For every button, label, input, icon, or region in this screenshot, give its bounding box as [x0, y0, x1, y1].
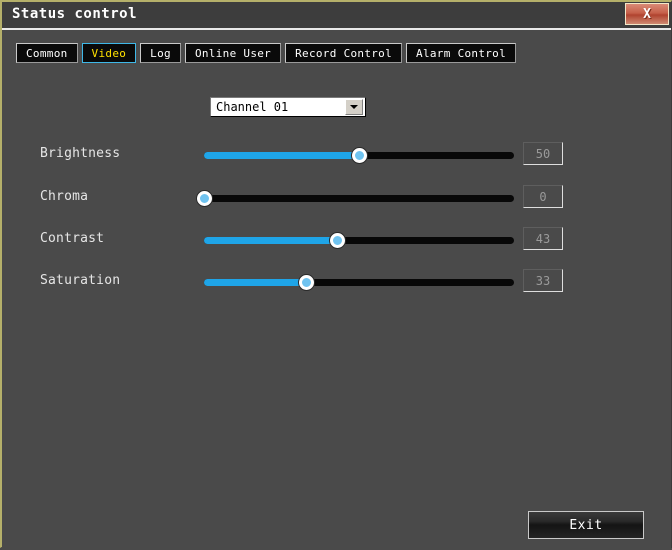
slider-fill-brightness [204, 152, 359, 159]
close-button[interactable]: X [625, 3, 669, 25]
slider-value-brightness: 50 [523, 142, 563, 165]
slider-value-saturation: 33 [523, 269, 563, 292]
close-icon: X [643, 6, 651, 22]
tab-log[interactable]: Log [140, 43, 181, 63]
slider-handle-chroma[interactable] [197, 191, 212, 206]
title-bar: Status control X [2, 2, 671, 28]
titlebar-separator [2, 28, 671, 30]
channel-select-value: Channel 01 [216, 100, 289, 114]
exit-button[interactable]: Exit [528, 511, 644, 539]
slider-fill-saturation [204, 279, 307, 286]
tab-online-user[interactable]: Online User [184, 43, 282, 63]
tab-record-control[interactable]: Record Control [285, 43, 403, 63]
slider-track-brightness[interactable] [204, 148, 514, 163]
slider-label-chroma: Chroma [40, 189, 89, 204]
slider-row-chroma: Chroma 0 [2, 185, 671, 211]
tab-bar: Common Video Log Online User Record Cont… [16, 43, 517, 63]
tab-video[interactable]: Video [81, 43, 137, 63]
slider-row-saturation: Saturation 33 [2, 269, 671, 295]
slider-handle-saturation[interactable] [299, 275, 315, 290]
slider-track-chroma[interactable] [197, 191, 514, 206]
tab-common[interactable]: Common [16, 43, 78, 63]
channel-select[interactable]: Channel 01 [210, 97, 366, 117]
slider-track-saturation[interactable] [204, 275, 514, 290]
window-title: Status control [12, 6, 138, 22]
slider-fill-contrast [204, 237, 338, 244]
tab-alarm-control[interactable]: Alarm Control [406, 43, 517, 63]
slider-label-brightness: Brightness [40, 146, 121, 161]
slider-handle-brightness[interactable] [352, 148, 367, 163]
slider-value-chroma: 0 [523, 185, 563, 208]
slider-label-saturation: Saturation [40, 273, 121, 288]
slider-label-contrast: Contrast [40, 231, 105, 246]
slider-row-contrast: Contrast 43 [2, 227, 671, 253]
video-settings-panel: Channel 01 Brightness 50 Chroma 0 Contra… [2, 66, 671, 550]
slider-track-contrast[interactable] [204, 233, 514, 248]
status-control-window: Status control X Common Video Log Online… [0, 0, 672, 550]
slider-row-brightness: Brightness 50 [2, 142, 671, 168]
chevron-down-icon[interactable] [345, 99, 363, 115]
slider-value-contrast: 43 [523, 227, 563, 250]
slider-handle-contrast[interactable] [330, 233, 346, 248]
